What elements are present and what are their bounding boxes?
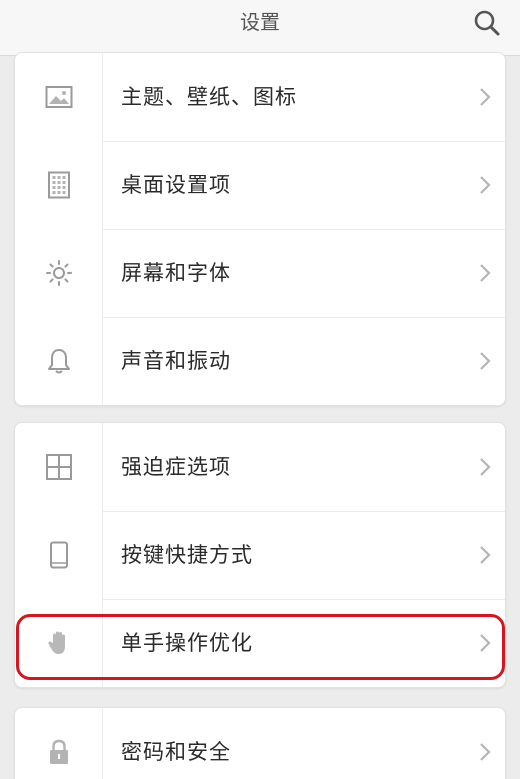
- settings-item-key-shortcuts[interactable]: 按键快捷方式: [15, 511, 505, 599]
- search-button[interactable]: [472, 8, 502, 38]
- page-title: 设置: [240, 10, 280, 34]
- search-icon: [474, 10, 500, 36]
- settings-item-ocd-options[interactable]: 强迫症选项: [15, 423, 505, 511]
- phone-icon: [50, 541, 68, 569]
- settings-item-label: 强迫症选项: [121, 455, 231, 479]
- chevron-right-icon: [480, 176, 491, 194]
- settings-item-label: 单手操作优化: [121, 631, 253, 655]
- settings-item-desktop[interactable]: 桌面设置项: [15, 141, 505, 229]
- chevron-right-icon: [480, 634, 491, 652]
- settings-item-sound[interactable]: 声音和振动: [15, 317, 505, 405]
- settings-group-display: 主题、壁纸、图标 桌面设置项 屏幕和字体 声音和振动: [14, 52, 506, 406]
- grid-icon: [48, 171, 70, 199]
- settings-item-theme[interactable]: 主题、壁纸、图标: [15, 53, 505, 141]
- chevron-right-icon: [480, 88, 491, 106]
- settings-item-label: 声音和振动: [121, 349, 231, 373]
- settings-group-security: 密码和安全: [14, 707, 506, 779]
- chevron-right-icon: [480, 546, 491, 564]
- settings-item-label: 屏幕和字体: [121, 261, 231, 285]
- image-icon: [45, 86, 73, 108]
- bell-icon: [48, 349, 70, 374]
- hand-icon: [48, 631, 65, 654]
- settings-item-password-security[interactable]: 密码和安全: [15, 708, 505, 779]
- title-bar: 设置: [0, 0, 520, 56]
- brightness-icon: [46, 260, 72, 286]
- settings-item-label: 主题、壁纸、图标: [121, 85, 297, 109]
- settings-item-one-hand[interactable]: 单手操作优化: [15, 599, 505, 687]
- chevron-right-icon: [480, 352, 491, 370]
- four-squares-icon: [46, 454, 72, 480]
- chevron-right-icon: [480, 458, 491, 476]
- settings-group-operation: 强迫症选项 按键快捷方式 单手操作优化: [14, 422, 506, 688]
- settings-item-display-font[interactable]: 屏幕和字体: [15, 229, 505, 317]
- settings-item-label: 桌面设置项: [121, 173, 231, 197]
- lock-icon: [50, 739, 68, 764]
- settings-item-label: 密码和安全: [121, 740, 231, 764]
- chevron-right-icon: [480, 743, 491, 761]
- chevron-right-icon: [480, 264, 491, 282]
- settings-item-label: 按键快捷方式: [121, 543, 253, 567]
